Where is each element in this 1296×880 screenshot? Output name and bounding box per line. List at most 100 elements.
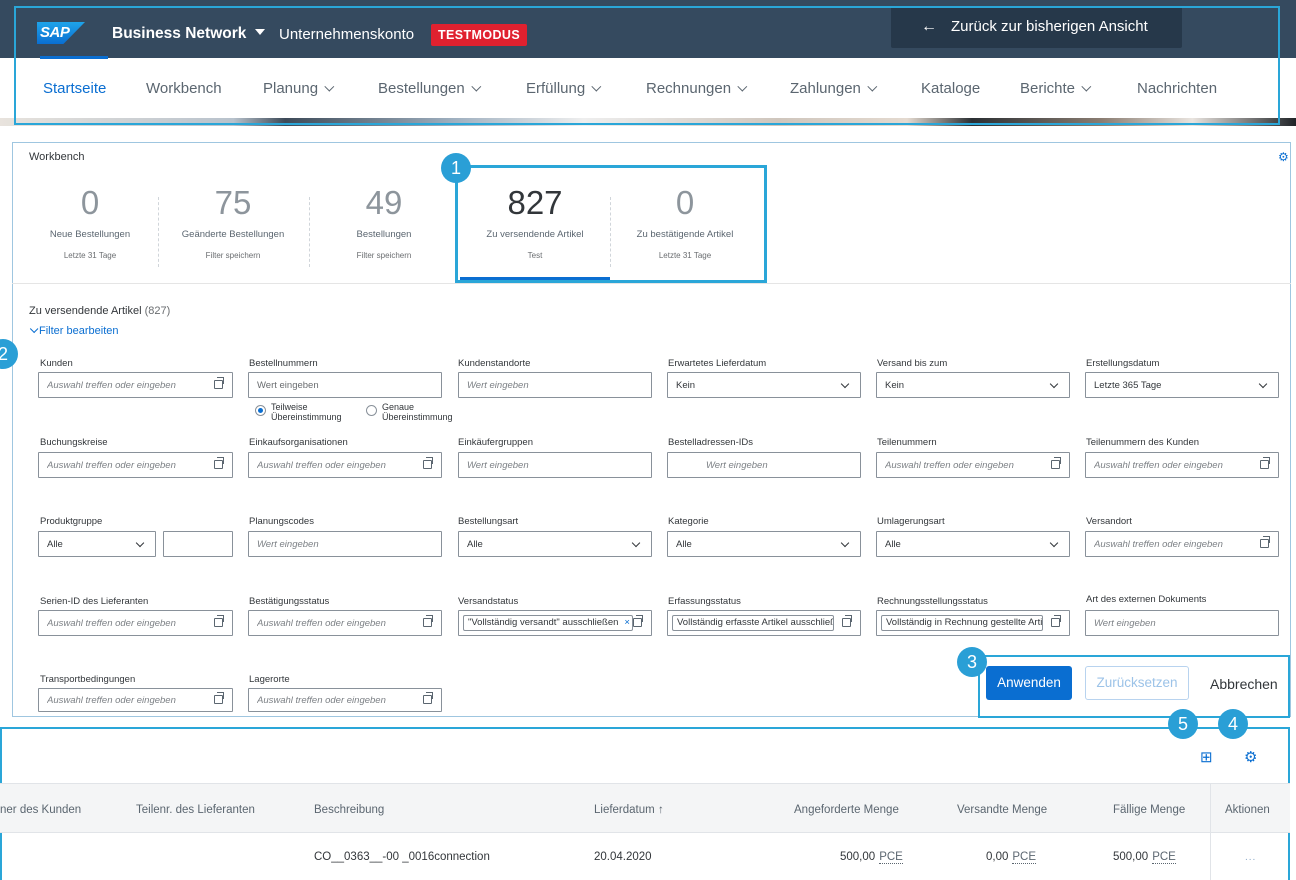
versandstatus-token[interactable]: "Vollständig versandt" ausschließen ×: [463, 615, 633, 631]
nav-startseite[interactable]: Startseite: [43, 80, 106, 97]
chevron-down-icon: [1049, 538, 1059, 548]
tile-zu-bestaetigende-artikel[interactable]: 0 Zu bestätigende Artikel Letzte 31 Tage: [610, 183, 760, 273]
erfassungsstatus-input[interactable]: Vollständig erfasste Artikel ausschließe…: [667, 610, 861, 636]
chevron-down-icon: [737, 81, 748, 92]
erfassungsstatus-token[interactable]: Vollständig erfasste Artikel ausschließe…: [672, 615, 834, 631]
planungscodes-input[interactable]: Wert eingeben: [248, 531, 442, 557]
nav-berichte[interactable]: Berichte: [1020, 80, 1092, 97]
back-to-previous-view-button[interactable]: ← Zurück zur bisherigen Ansicht: [891, 6, 1182, 48]
label-versandort: Versandort: [1086, 516, 1132, 527]
settings-icon[interactable]: ⚙: [1278, 150, 1289, 164]
product-title[interactable]: Business Network: [112, 25, 246, 43]
callout-badge-3: 3: [957, 647, 987, 677]
buchungskreise-input[interactable]: Auswahl treffen oder eingeben: [38, 452, 233, 478]
reset-button[interactable]: Zurücksetzen: [1085, 666, 1189, 700]
rechnungsstatus-token[interactable]: Vollständig in Rechnung gestellte Artike…: [881, 615, 1043, 631]
chevron-down-icon: [1081, 81, 1092, 92]
value-help-icon: [214, 692, 224, 704]
label-bestaetigungsstatus: Bestätigungsstatus: [249, 596, 330, 607]
kategorie-select[interactable]: Alle: [667, 531, 861, 557]
nav-planung[interactable]: Planung: [263, 80, 335, 97]
label-planungscodes: Planungscodes: [249, 516, 314, 527]
tile-neue-bestellungen[interactable]: 0 Neue Bestellungen Letzte 31 Tage: [15, 183, 165, 273]
sap-logo[interactable]: SAP: [37, 22, 85, 44]
table-settings-icon[interactable]: ⚙: [1244, 748, 1257, 766]
column-beschreibung[interactable]: Beschreibung: [314, 804, 384, 816]
unit-link[interactable]: PCE: [1152, 851, 1176, 864]
nav-bestellungen[interactable]: Bestellungen: [378, 80, 482, 97]
transportbedingungen-input[interactable]: Auswahl treffen oder eingeben: [38, 688, 233, 712]
value-help-icon: [1051, 615, 1061, 627]
nav-workbench[interactable]: Workbench: [146, 80, 222, 97]
bestellungsart-select[interactable]: Alle: [458, 531, 652, 557]
column-lieferdatum[interactable]: Lieferdatum ↑: [594, 804, 664, 816]
selected-tile-indicator: [460, 277, 610, 280]
cell-angefordert: 500,00 PCE: [840, 851, 903, 864]
value-help-icon: [214, 615, 224, 627]
column-faellige-menge[interactable]: Fällige Menge: [1113, 804, 1185, 816]
hero-image-strip: [0, 118, 1296, 126]
divider: [12, 283, 1291, 284]
lieferdatum-select[interactable]: Kein: [667, 372, 861, 398]
row-actions-button[interactable]: ...: [1245, 852, 1256, 863]
bestaetigungsstatus-input[interactable]: Auswahl treffen oder eingeben: [248, 610, 442, 636]
label-einkaufsorg: Einkaufsorganisationen: [249, 437, 348, 448]
nav-nachrichten[interactable]: Nachrichten: [1137, 80, 1217, 97]
nav-kataloge[interactable]: Kataloge: [921, 80, 980, 97]
lagerorte-input[interactable]: Auswahl treffen oder eingeben: [248, 688, 442, 712]
serien-id-input[interactable]: Auswahl treffen oder eingeben: [38, 610, 233, 636]
teilenummern-kunden-input[interactable]: Auswahl treffen oder eingeben: [1085, 452, 1279, 478]
externes-dokument-input[interactable]: Wert eingeben: [1085, 610, 1279, 636]
umlagerungsart-select[interactable]: Alle: [876, 531, 1070, 557]
nav-erfuellung[interactable]: Erfüllung: [526, 80, 602, 97]
caret-down-icon[interactable]: [255, 29, 265, 35]
unit-link[interactable]: PCE: [1012, 851, 1037, 864]
chevron-down-icon: [631, 538, 641, 548]
einkaufsorg-input[interactable]: Auswahl treffen oder eingeben: [248, 452, 442, 478]
label-teilenummern: Teilenummern: [877, 437, 937, 448]
versand-bis-select[interactable]: Kein: [876, 372, 1070, 398]
label-rechnungsstatus: Rechnungsstellungsstatus: [877, 596, 988, 607]
label-erstellungsdatum: Erstellungsdatum: [1086, 358, 1160, 369]
shell-bar: SAP Business Network Unternehmenskonto T…: [0, 0, 1296, 58]
nav-rechnungen[interactable]: Rechnungen: [646, 80, 748, 97]
column-versandte-menge[interactable]: Versandte Menge: [957, 804, 1047, 816]
cell-beschreibung: CO__0363__-00 _0016connection: [314, 851, 490, 863]
unit-link[interactable]: PCE: [879, 851, 903, 864]
tile-bestellungen[interactable]: 49 Bestellungen Filter speichern: [309, 183, 459, 273]
label-bestellnummern: Bestellnummern: [249, 358, 318, 369]
callout-badge-4: 4: [1218, 709, 1248, 739]
cancel-button[interactable]: Abbrechen: [1210, 676, 1278, 692]
edit-filter-toggle[interactable]: Filter bearbeiten: [29, 324, 119, 337]
erstellungsdatum-select[interactable]: Letzte 365 Tage: [1085, 372, 1279, 398]
versandstatus-input[interactable]: "Vollständig versandt" ausschließen ×: [458, 610, 652, 636]
tile-geaenderte-bestellungen[interactable]: 75 Geänderte Bestellungen Filter speiche…: [158, 183, 308, 273]
versandort-input[interactable]: Auswahl treffen oder eingeben: [1085, 531, 1279, 557]
teilenummern-input[interactable]: Auswahl treffen oder eingeben: [876, 452, 1070, 478]
column-lieferanten-teilenr[interactable]: Teilenr. des Lieferanten: [136, 804, 255, 816]
kundenstandorte-input[interactable]: Wert eingeben: [458, 372, 652, 398]
kunden-input[interactable]: Auswahl treffen oder eingeben: [38, 372, 233, 398]
apply-button[interactable]: Anwenden: [986, 666, 1072, 700]
einkaeufergruppen-input[interactable]: Wert eingeben: [458, 452, 652, 478]
bestelladressen-input[interactable]: Wert eingeben: [667, 452, 861, 478]
radio-exact-match[interactable]: [366, 405, 377, 416]
column-kundenteilenummer[interactable]: ner des Kunden: [0, 804, 81, 816]
radio-partial-match[interactable]: [255, 405, 266, 416]
value-help-icon: [1260, 457, 1270, 469]
chevron-down-icon: [471, 81, 482, 92]
workbench-title: Workbench: [29, 151, 85, 163]
label-einkaeufergruppen: Einkäufergruppen: [458, 437, 533, 448]
rechnungsstatus-input[interactable]: Vollständig in Rechnung gestellte Artike…: [876, 610, 1070, 636]
value-help-icon: [633, 615, 643, 627]
export-table-icon[interactable]: ⊞: [1200, 748, 1213, 766]
label-versand-bis: Versand bis zum: [877, 358, 948, 369]
top-navigation: Startseite Workbench Planung Bestellunge…: [0, 58, 1296, 120]
bestellnummern-input[interactable]: Wert eingeben: [248, 372, 442, 398]
tile-zu-versendende-artikel[interactable]: 827 Zu versendende Artikel Test: [460, 183, 610, 273]
produktgruppe-value-input[interactable]: [163, 531, 233, 557]
column-angeforderte-menge[interactable]: Angeforderte Menge: [794, 804, 899, 816]
label-lieferdatum: Erwartetes Lieferdatum: [668, 358, 767, 369]
produktgruppe-select[interactable]: Alle: [38, 531, 156, 557]
nav-zahlungen[interactable]: Zahlungen: [790, 80, 878, 97]
